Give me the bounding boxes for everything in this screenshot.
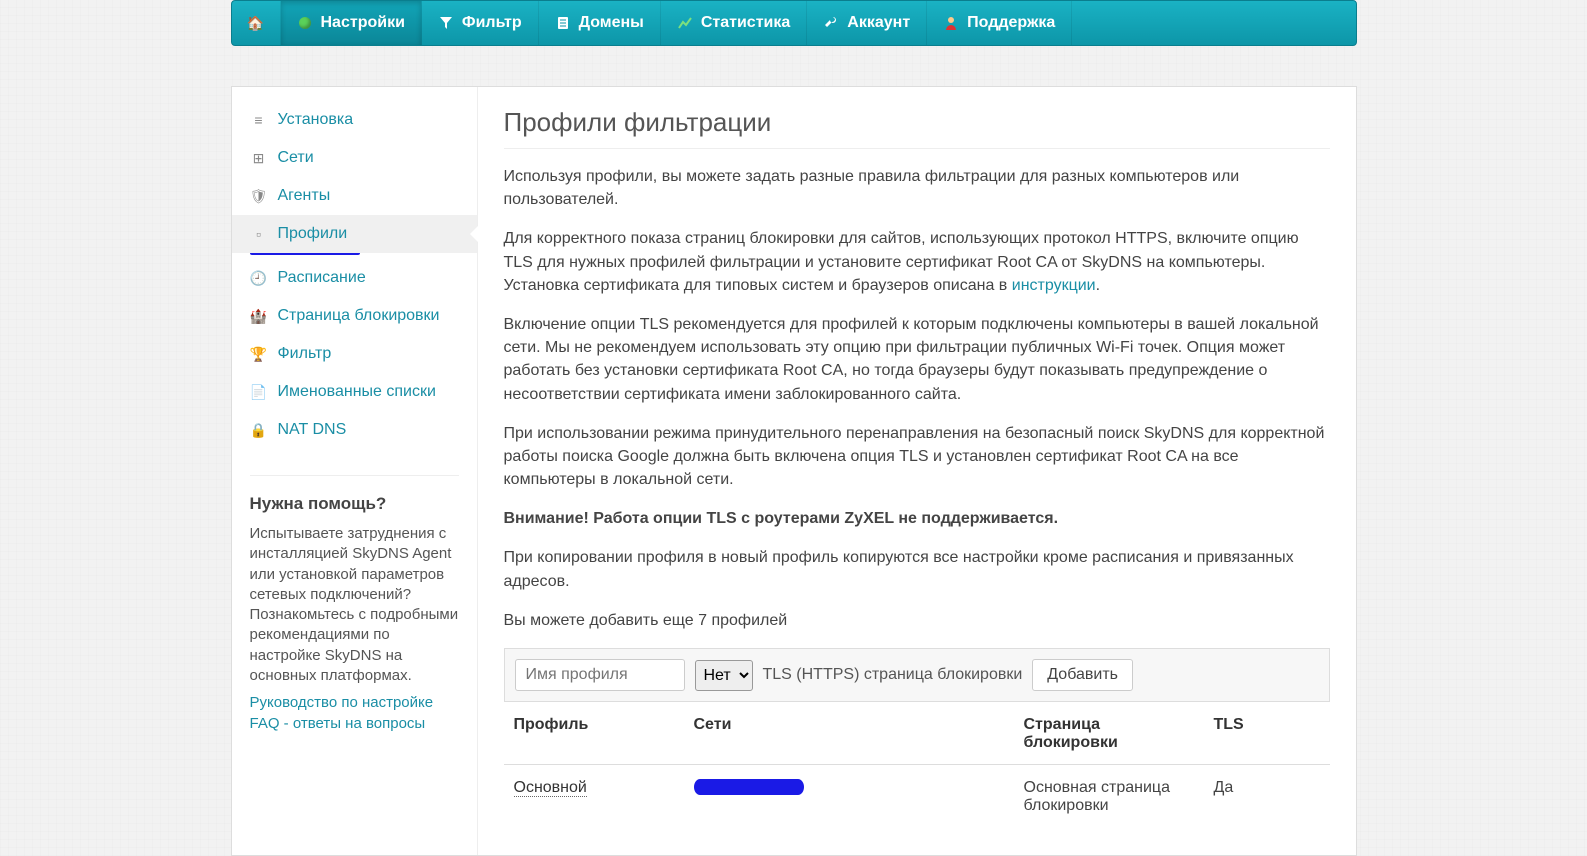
add-button[interactable]: Добавить [1032,659,1133,691]
main-content: Профили фильтрации Используя профили, вы… [478,87,1356,855]
sidebar-item-label: Установка [278,111,354,129]
nav-settings[interactable]: Настройки [281,1,422,45]
sidebar-item-label: Фильтр [278,345,332,363]
intro-paragraph: Используя профили, вы можете задать разн… [504,165,1330,211]
https-paragraph: Для корректного показа страниц блокировк… [504,227,1330,297]
shield-icon: 🛡 [250,188,268,205]
profile-name-input[interactable] [515,659,685,691]
main-container: ≡ Установка ⊞ Сети 🛡 Агенты ▫ Профили 🕘 … [231,86,1357,856]
dot-green-icon [297,15,313,31]
top-navigation: Настройки Фильтр Домены Статистика Аккау… [231,0,1357,46]
th-networks: Сети [684,702,1014,765]
sidebar-item-install[interactable]: ≡ Установка [232,101,477,139]
clock-icon: 🕘 [250,270,268,287]
page-title: Профили фильтрации [504,107,1330,149]
sidebar-item-label: Сети [278,149,314,167]
sidebar-item-agents[interactable]: 🛡 Агенты [232,177,477,215]
add-profile-form: Нет TLS (HTTPS) страница блокировки Доба… [504,648,1330,702]
funnel-icon [438,15,454,31]
sidebar-item-profiles[interactable]: ▫ Профили [232,215,477,253]
sidebar: ≡ Установка ⊞ Сети 🛡 Агенты ▫ Профили 🕘 … [232,87,478,855]
cell-blockpage: Основная страница блокировки [1014,765,1204,830]
nav-account[interactable]: Аккаунт [807,1,927,45]
sidebar-item-schedule[interactable]: 🕘 Расписание [232,259,477,297]
document-icon [555,15,571,31]
help-box: Нужна помощь? Испытываете затруднения с … [250,475,459,734]
list-icon: ≡ [250,112,268,128]
help-title: Нужна помощь? [250,494,459,514]
home-icon [248,15,264,31]
th-profile: Профиль [504,702,684,765]
nav-label: Домены [579,14,644,32]
sidebar-item-label: Именованные списки [278,383,436,401]
profiles-table: Профиль Сети Страница блокировки TLS Осн… [504,702,1330,829]
nav-label: Настройки [321,14,405,32]
help-link-faq[interactable]: FAQ - ответы на вопросы [250,713,459,734]
nav-label: Статистика [701,14,790,32]
nav-stats[interactable]: Статистика [661,1,807,45]
help-text: Испытываете затруднения с инсталляцией S… [250,524,459,686]
instructions-link[interactable]: инструкции [1012,277,1096,294]
sidebar-item-blockpage[interactable]: 🏰 Страница блокировки [232,297,477,335]
zyxel-warning: Внимание! Работа опции TLS с роутерами Z… [504,507,1330,530]
nav-label: Поддержка [967,14,1055,32]
tls-select[interactable]: Нет [695,660,753,691]
sidebar-item-natdns[interactable]: 🔒 NAT DNS [232,411,477,449]
sidebar-item-label: Профили [278,225,348,243]
remaining-profiles: Вы можете добавить еще 7 профилей [504,609,1330,632]
network-icon: ⊞ [250,150,268,167]
copy-paragraph: При копировании профиля в новый профиль … [504,546,1330,592]
castle-icon: 🏰 [250,308,268,325]
sidebar-item-label: Страница блокировки [278,307,440,325]
nav-support[interactable]: Поддержка [927,1,1072,45]
trophy-icon: 🏆 [250,346,268,363]
wrench-icon [823,15,839,31]
nav-filter[interactable]: Фильтр [422,1,539,45]
safesearch-paragraph: При использовании режима принудительного… [504,422,1330,492]
help-link-guide[interactable]: Руководство по настройке [250,692,459,713]
sidebar-item-networks[interactable]: ⊞ Сети [232,139,477,177]
user-icon [943,15,959,31]
th-tls: TLS [1204,702,1330,765]
tls-select-label: TLS (HTTPS) страница блокировки [763,666,1023,684]
nav-domains[interactable]: Домены [539,1,661,45]
cell-tls: Да [1204,765,1330,830]
sidebar-item-label: Расписание [278,269,366,287]
profile-name-link[interactable]: Основной [514,779,587,797]
sidebar-item-filter[interactable]: 🏆 Фильтр [232,335,477,373]
table-row: Основной Основная страница блокировки Да [504,765,1330,830]
nav-label: Аккаунт [847,14,910,32]
profiles-icon: ▫ [250,226,268,242]
nav-label: Фильтр [462,14,522,32]
sidebar-item-label: NAT DNS [278,421,347,439]
sidebar-item-named-lists[interactable]: 📄 Именованные списки [232,373,477,411]
chart-icon [677,15,693,31]
lock-icon: 🔒 [250,422,268,439]
nav-home[interactable] [232,1,281,45]
th-blockpage: Страница блокировки [1014,702,1204,765]
tls-paragraph: Включение опции TLS рекомендуется для пр… [504,313,1330,406]
sidebar-item-label: Агенты [278,187,331,205]
redacted-network [694,779,804,795]
page-icon: 📄 [250,384,268,401]
